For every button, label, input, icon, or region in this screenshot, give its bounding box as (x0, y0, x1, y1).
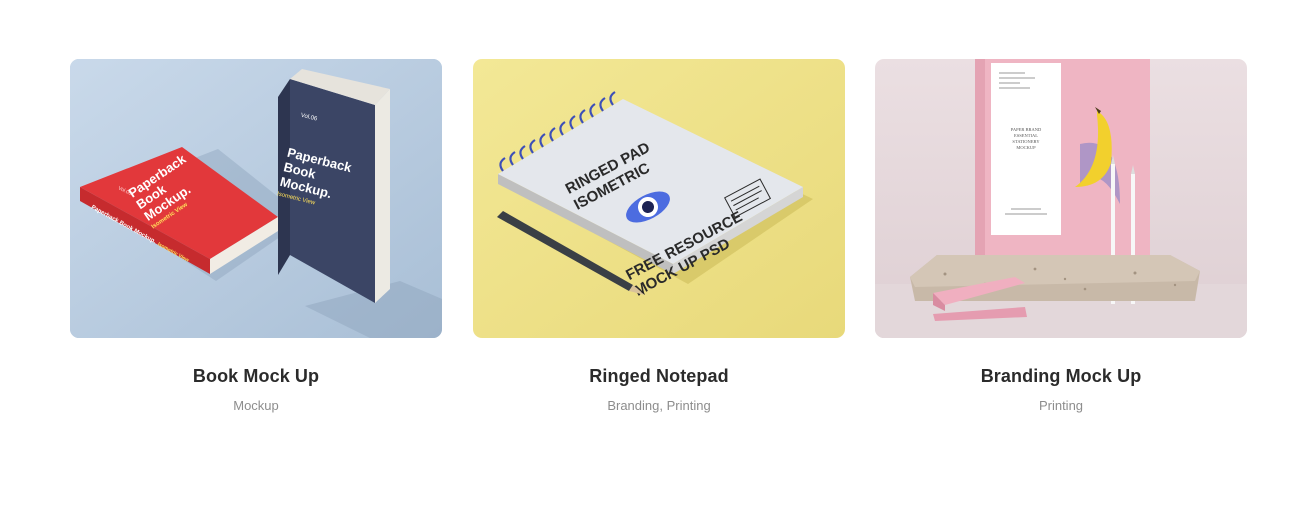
branding-image: PAPER BRAND ESSENTIAL STATIONERY MOCKUP (875, 59, 1247, 338)
category-link[interactable]: Printing (1039, 398, 1083, 413)
notepad-image: RINGED PAD ISOMETRIC FREE RESOURCE MOCK … (473, 59, 845, 338)
portfolio-title[interactable]: Ringed Notepad (473, 366, 845, 387)
category-link[interactable]: Branding, Printing (607, 398, 710, 413)
portfolio-card-ringed-notepad: RINGED PAD ISOMETRIC FREE RESOURCE MOCK … (473, 59, 845, 413)
branding-thumbnail[interactable]: PAPER BRAND ESSENTIAL STATIONERY MOCKUP (875, 59, 1247, 338)
card-line-4: MOCKUP (1016, 145, 1036, 150)
book-mockup-thumbnail[interactable]: Vol.06 Paperback Book Mockup. Isometric … (70, 59, 442, 338)
portfolio-categories: Printing (875, 398, 1247, 413)
notepad-thumbnail[interactable]: RINGED PAD ISOMETRIC FREE RESOURCE MOCK … (473, 59, 845, 338)
portfolio-title[interactable]: Book Mock Up (70, 366, 442, 387)
card-line-2: ESSENTIAL (1014, 133, 1038, 138)
card-line-3: STATIONERY (1012, 139, 1040, 144)
portfolio-card-book-mock-up: Vol.06 Paperback Book Mockup. Isometric … (70, 59, 442, 413)
portfolio-card-branding-mock-up: PAPER BRAND ESSENTIAL STATIONERY MOCKUP (875, 59, 1247, 413)
portfolio-title[interactable]: Branding Mock Up (875, 366, 1247, 387)
card-line-1: PAPER BRAND (1011, 127, 1042, 132)
portfolio-categories: Branding, Printing (473, 398, 845, 413)
portfolio-categories: Mockup (70, 398, 442, 413)
book-mockup-image: Vol.06 Paperback Book Mockup. Isometric … (70, 59, 442, 338)
category-link[interactable]: Mockup (233, 398, 279, 413)
